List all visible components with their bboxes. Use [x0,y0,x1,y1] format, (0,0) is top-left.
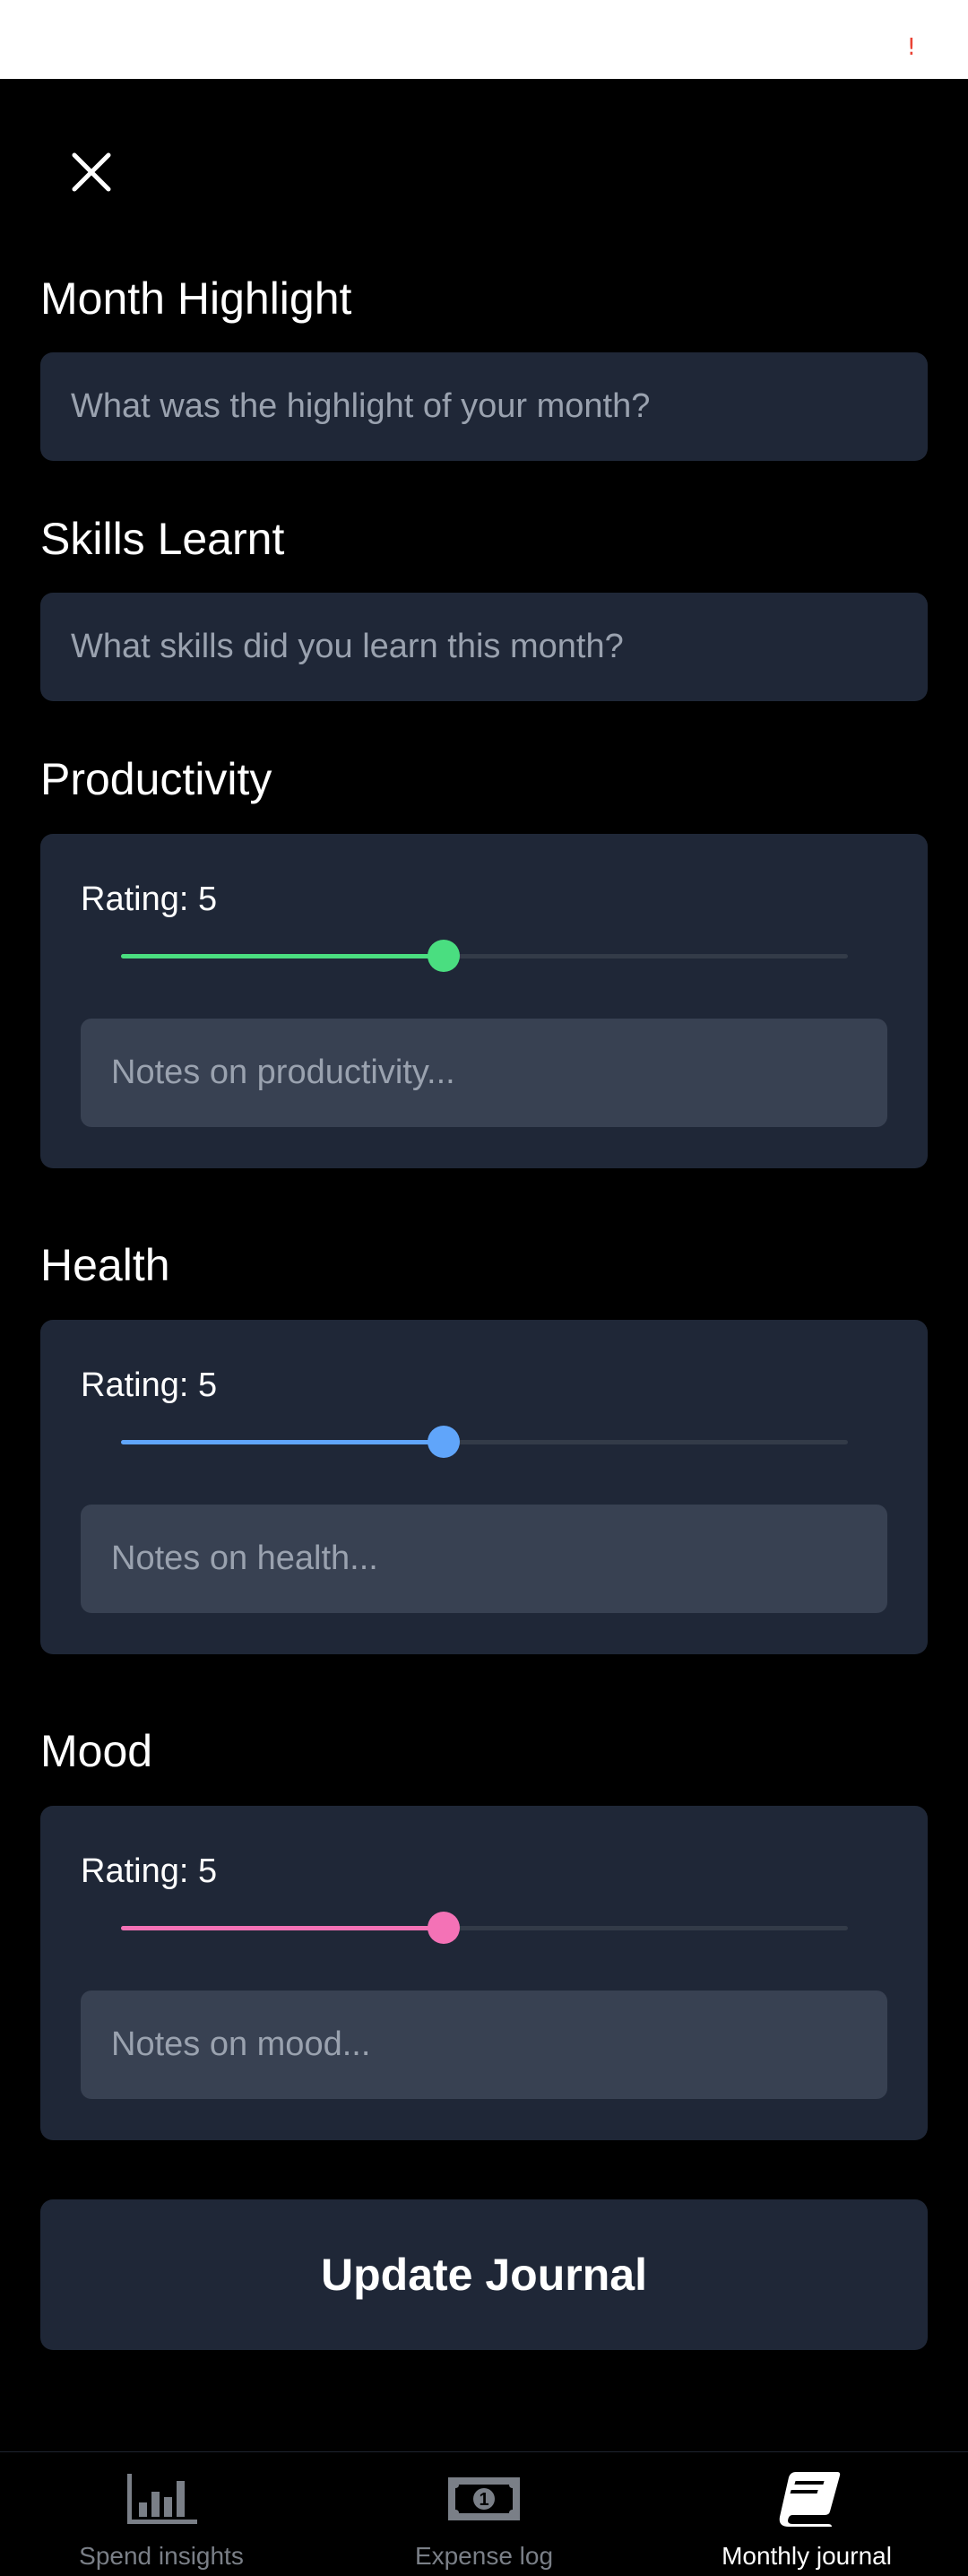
month-highlight-placeholder: What was the highlight of your month? [71,387,651,425]
slider-fill [121,1926,445,1930]
nav-label: Spend insights [79,2542,244,2570]
health-rating-label: Rating: 5 [81,1366,218,1404]
productivity-title: Productivity [40,754,272,804]
nav-expense-log[interactable]: 1 Expense log [323,2452,645,2576]
month-highlight-title: Month Highlight [40,273,352,324]
productivity-rating-label: Rating: 5 [81,880,218,918]
status-bar: ! [0,0,968,79]
skills-learnt-input[interactable]: What skills did you learn this month? [40,593,928,701]
status-alert-icon: ! [906,34,916,61]
slider-fill [121,1440,445,1444]
mood-notes-placeholder: Notes on mood... [111,2025,371,2063]
mood-rating-label: Rating: 5 [81,1852,218,1890]
skills-learnt-title: Skills Learnt [40,514,285,564]
nav-label: Monthly journal [722,2542,892,2570]
nav-spend-insights[interactable]: Spend insights [0,2452,323,2576]
book-icon [779,2472,841,2527]
update-journal-button[interactable]: Update Journal [40,2199,928,2350]
health-title: Health [40,1240,170,1290]
money-icon: 1 [448,2477,520,2520]
close-icon [72,152,111,192]
mood-notes-input[interactable]: Notes on mood... [81,1991,887,2099]
productivity-notes-placeholder: Notes on productivity... [111,1054,455,1091]
svg-text:1: 1 [479,2490,488,2510]
month-highlight-input[interactable]: What was the highlight of your month? [40,352,928,461]
bar-chart-icon [127,2474,197,2524]
productivity-card: Rating: 5 Notes on productivity... [40,834,928,1168]
slider-thumb[interactable] [428,1426,461,1458]
productivity-notes-input[interactable]: Notes on productivity... [81,1019,887,1127]
bottom-nav: Spend insights 1 Expense log Monthly jou… [0,2451,968,2576]
mood-card: Rating: 5 Notes on mood... [40,1806,928,2140]
slider-fill [121,954,445,958]
mood-title: Mood [40,1726,153,1776]
health-slider[interactable] [121,1426,848,1458]
nav-monthly-journal[interactable]: Monthly journal [645,2452,968,2576]
close-button[interactable] [63,143,120,201]
mood-slider[interactable] [121,1912,848,1944]
slider-thumb[interactable] [428,1912,461,1944]
health-notes-input[interactable]: Notes on health... [81,1505,887,1613]
nav-label: Expense log [414,2542,554,2570]
skills-learnt-placeholder: What skills did you learn this month? [71,628,624,665]
health-notes-placeholder: Notes on health... [111,1540,378,1577]
slider-thumb[interactable] [428,940,461,972]
health-card: Rating: 5 Notes on health... [40,1320,928,1654]
productivity-slider[interactable] [121,940,848,972]
